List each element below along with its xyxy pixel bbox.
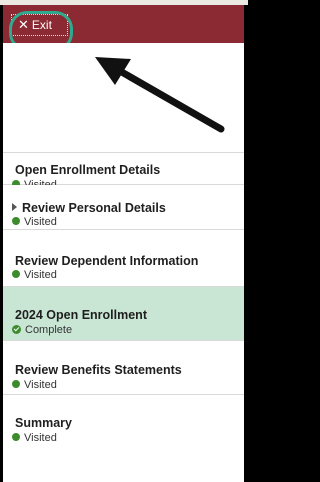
step-menu: Open Enrollment Details Visited Review P…	[3, 153, 244, 465]
step-title: Review Benefits Statements	[15, 363, 182, 377]
step-review-dependent-information[interactable]: Review Dependent Information Visited	[3, 230, 244, 287]
step-status: Visited	[12, 432, 57, 444]
step-review-benefits-statements[interactable]: Review Benefits Statements Visited	[3, 341, 244, 395]
exit-button[interactable]: ✕ Exit	[11, 14, 68, 36]
step-title: Review Personal Details	[12, 201, 166, 215]
caret-right-icon	[12, 203, 17, 211]
step-summary[interactable]: Summary Visited	[3, 395, 244, 465]
navigation-panel: ✕Exit Open Enrollment Details Visited Re…	[3, 5, 244, 482]
step-title: Summary	[15, 416, 72, 430]
visited-dot-icon	[12, 270, 20, 278]
step-status: Visited	[12, 379, 57, 391]
pointer-arrow-icon	[95, 57, 225, 133]
exit-label: Exit	[31, 18, 52, 32]
step-title: 2024 Open Enrollment	[15, 308, 147, 322]
check-circle-icon	[12, 325, 21, 334]
step-open-enrollment-details[interactable]: Open Enrollment Details Visited	[3, 153, 244, 191]
step-2024-open-enrollment[interactable]: 2024 Open Enrollment Complete	[3, 287, 244, 341]
step-status: Visited	[12, 216, 57, 228]
close-icon: ✕	[18, 17, 29, 32]
header-bar: ✕ Exit	[3, 5, 244, 43]
window-frame: ✕Exit Open Enrollment Details Visited Re…	[0, 5, 248, 482]
step-status: Complete	[12, 324, 72, 336]
visited-dot-icon	[12, 433, 20, 441]
step-status: Visited	[12, 269, 57, 281]
visited-dot-icon	[12, 217, 20, 225]
step-title: Open Enrollment Details	[15, 163, 161, 177]
visited-dot-icon	[12, 380, 20, 388]
step-title: Review Dependent Information	[15, 254, 199, 268]
step-review-personal-details[interactable]: Review Personal Details Visited	[3, 185, 244, 230]
